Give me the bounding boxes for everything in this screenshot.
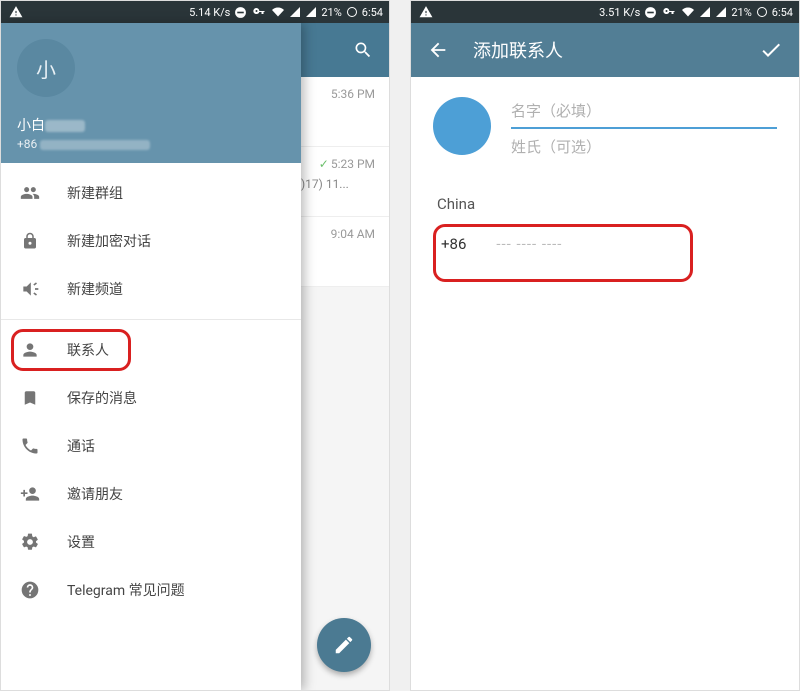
bookmark-icon	[19, 388, 41, 408]
drawer-header: 小 小白 +86	[1, 23, 301, 163]
page-title: 添加联系人	[473, 37, 735, 63]
phone-icon	[19, 436, 41, 456]
first-name-field[interactable]: 名字（必填）	[511, 93, 777, 129]
vpn-key-icon	[251, 6, 267, 18]
clock: 6:54	[362, 6, 383, 19]
navigation-drawer: 小 小白 +86 新建群组 新建加密对话 新建频道 联系人	[1, 23, 301, 690]
battery-icon	[346, 6, 358, 18]
status-bar: 5.14 K/s 21% 6:54	[1, 1, 389, 23]
drawer-item-label: 新建频道	[67, 279, 123, 299]
drawer-item-contacts[interactable]: 联系人	[1, 326, 301, 374]
vpn-key-icon	[661, 6, 677, 18]
status-bar: 3.51 K/s 21% 6:54	[411, 1, 799, 23]
avatar[interactable]: 小	[17, 39, 75, 97]
name-fields: 名字（必填） 姓氏（可选）	[511, 93, 777, 165]
wifi-icon	[271, 6, 285, 18]
gear-icon	[19, 532, 41, 552]
country-section: China +86 --- ---- ----	[433, 195, 777, 253]
drawer-item-label: Telegram 常见问题	[67, 580, 185, 600]
person-icon	[19, 340, 41, 360]
confirm-icon[interactable]	[759, 38, 783, 62]
last-name-placeholder: 姓氏（可选）	[511, 136, 601, 157]
group-icon	[19, 183, 41, 203]
signal-icon-2	[715, 6, 727, 18]
signal-icon	[289, 6, 301, 18]
megaphone-icon	[19, 279, 41, 299]
drawer-item-label: 联系人	[67, 340, 109, 360]
search-icon[interactable]	[353, 40, 373, 60]
drawer-item-new-group[interactable]: 新建群组	[1, 169, 301, 217]
pencil-icon	[333, 634, 355, 656]
drawer-item-faq[interactable]: Telegram 常见问题	[1, 566, 301, 614]
add-contact-form: 名字（必填） 姓氏（可选） China +86 --- ---- ----	[411, 77, 799, 269]
chat-time: 9:04 AM	[331, 227, 375, 241]
last-name-field[interactable]: 姓氏（可选）	[511, 129, 777, 165]
drawer-item-label: 保存的消息	[67, 388, 137, 408]
chat-preview: )17) 11...	[301, 177, 375, 191]
drawer-item-secret-chat[interactable]: 新建加密对话	[1, 217, 301, 265]
name-row: 名字（必填） 姓氏（可选）	[433, 93, 777, 165]
drawer-item-calls[interactable]: 通话	[1, 422, 301, 470]
first-name-placeholder: 名字（必填）	[511, 100, 601, 121]
drawer-item-label: 设置	[67, 532, 95, 552]
warning-icon	[419, 5, 433, 19]
drawer-item-settings[interactable]: 设置	[1, 518, 301, 566]
wifi-icon	[681, 6, 695, 18]
phone-left: 5.14 K/s 21% 6:54 5:36 PM	[0, 0, 390, 691]
battery-icon	[756, 6, 768, 18]
network-speed: 3.51 K/s	[599, 6, 640, 19]
signal-icon-2	[305, 6, 317, 18]
drawer-item-label: 新建加密对话	[67, 231, 151, 251]
clock: 6:54	[772, 6, 793, 19]
drawer-item-label: 新建群组	[67, 183, 123, 203]
phone-number-field[interactable]: --- ---- ----	[496, 235, 562, 253]
phone-row: +86 --- ---- ----	[437, 235, 777, 253]
signal-icon	[699, 6, 711, 18]
drawer-item-saved-messages[interactable]: 保存的消息	[1, 374, 301, 422]
phone-right: 3.51 K/s 21% 6:54 添加联系人	[410, 0, 800, 691]
check-icon: ✓	[319, 157, 329, 171]
lock-icon	[19, 231, 41, 251]
back-icon[interactable]	[427, 39, 449, 61]
drawer-item-invite[interactable]: 邀请朋友	[1, 470, 301, 518]
drawer-user-phone: +86	[17, 137, 285, 151]
avatar-placeholder[interactable]	[433, 97, 491, 155]
drawer-user-name: 小白	[17, 115, 285, 135]
help-icon	[19, 580, 41, 600]
chat-time: ✓5:23 PM	[319, 157, 375, 171]
warning-icon	[9, 5, 23, 19]
do-not-disturb-icon	[234, 6, 247, 19]
drawer-item-label: 邀请朋友	[67, 484, 123, 504]
battery-pct: 21%	[321, 6, 341, 19]
chat-time: 5:36 PM	[331, 87, 375, 101]
compose-fab[interactable]	[317, 618, 371, 672]
avatar-initial: 小	[36, 54, 56, 83]
country-selector[interactable]: China	[437, 195, 777, 213]
do-not-disturb-icon	[644, 6, 657, 19]
person-add-icon	[19, 484, 41, 504]
divider	[1, 319, 301, 320]
network-speed: 5.14 K/s	[189, 6, 230, 19]
app-bar: 添加联系人	[411, 23, 799, 77]
drawer-list: 新建群组 新建加密对话 新建频道 联系人 保存的消息 通话	[1, 163, 301, 690]
drawer-item-new-channel[interactable]: 新建频道	[1, 265, 301, 313]
drawer-item-label: 通话	[67, 436, 95, 456]
country-code-field[interactable]: +86	[441, 235, 466, 253]
battery-pct: 21%	[731, 6, 751, 19]
